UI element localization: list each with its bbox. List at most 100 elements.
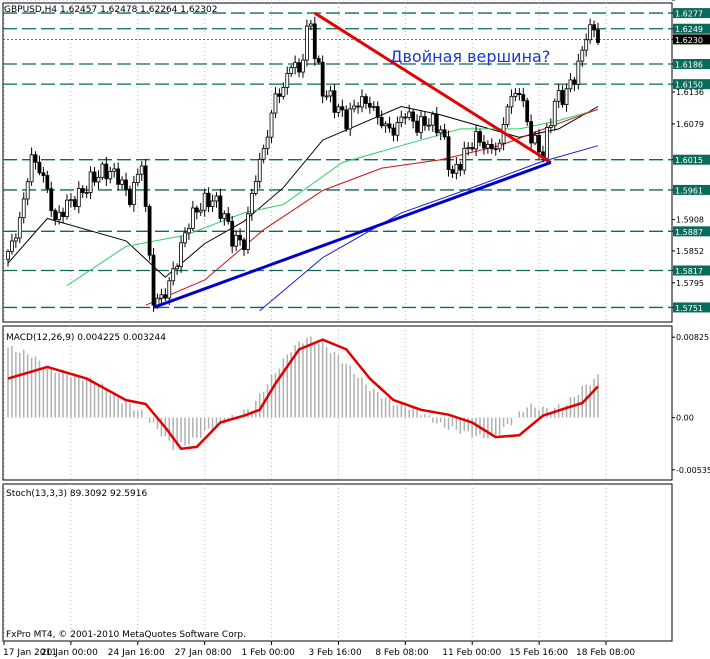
candle-body [104, 163, 109, 180]
candle-body [41, 172, 46, 176]
candle-body [419, 116, 423, 133]
candle-body [493, 148, 498, 151]
candle-body [293, 62, 298, 68]
x-axis-label: 18 Feb 08:00 [576, 648, 635, 658]
candle-body [356, 105, 360, 108]
candle-body [517, 92, 522, 96]
candle-body [13, 237, 18, 242]
candle-body [163, 294, 168, 299]
candle-body [446, 136, 451, 170]
candle-body [328, 90, 333, 97]
candle-body [116, 168, 121, 185]
candle-body [25, 181, 30, 200]
candle-body [371, 106, 376, 108]
candle-body [226, 213, 231, 222]
level-tag-label: 1.6249 [675, 25, 703, 34]
level-tag-label: 1.5961 [675, 186, 703, 195]
candle-body [187, 228, 191, 234]
candle-body [242, 239, 246, 250]
stoch-axis-label: 0 [678, 0, 683, 2]
x-axis-label: 24 Jan 16:00 [108, 648, 165, 658]
candle-body [415, 120, 419, 133]
candle-body [367, 103, 372, 108]
candle-body [37, 161, 42, 174]
candle-body [289, 67, 294, 74]
candle-body [588, 24, 593, 41]
level-tag-label: 1.5817 [675, 267, 703, 276]
candle-body [210, 200, 215, 208]
candle-body [576, 60, 581, 85]
candle-body [167, 280, 172, 299]
level-tag-label: 1.6150 [675, 81, 703, 90]
candle-body [159, 294, 164, 299]
candle-body [171, 268, 176, 282]
support-trendline[interactable] [153, 161, 552, 309]
candle-body [301, 59, 305, 73]
candle-body [596, 29, 600, 43]
candle-body [442, 129, 447, 138]
candle-body [92, 171, 97, 183]
candle-body [190, 207, 195, 229]
candle-body [454, 163, 459, 174]
candle-body [53, 210, 58, 220]
candle-body [509, 95, 514, 108]
candle-body [340, 106, 345, 111]
candle-body [147, 206, 152, 256]
candle-body [395, 122, 400, 136]
candle-body [482, 141, 486, 149]
candle-body [560, 90, 565, 105]
candle-body [273, 93, 278, 114]
candle-body [529, 121, 534, 144]
price-axis-label: 1.5852 [676, 247, 704, 256]
price-panel[interactable] [3, 11, 672, 312]
level-tag-label: 1.5887 [675, 228, 703, 237]
candle-body [108, 170, 113, 180]
macd-axis-label: -0.00535 [676, 466, 710, 475]
candle-body [360, 96, 364, 108]
level-tag-label: 1.6277 [675, 10, 703, 19]
candle-body [324, 95, 329, 98]
candle-body [580, 49, 585, 62]
candle-body [277, 93, 282, 97]
candle-body [88, 171, 93, 193]
candle-body [537, 134, 541, 153]
panel-frames [2, 2, 673, 642]
macd-panel-title: MACD(12,26,9) 0.004225 0.003244 [6, 333, 166, 343]
candle-body [198, 209, 203, 213]
candle-body [265, 136, 270, 149]
candle-body [474, 131, 478, 150]
candle-body [69, 199, 73, 202]
macd-panel[interactable] [7, 336, 599, 451]
candle-body [497, 142, 502, 150]
candle-body [391, 127, 396, 136]
candle-body [572, 79, 577, 85]
candle-body [584, 39, 589, 51]
candle-body [513, 92, 518, 97]
candle-body [320, 61, 325, 97]
candle-body [379, 116, 384, 127]
candle-body [364, 96, 368, 104]
candle-body [128, 188, 132, 206]
candle-body [548, 125, 553, 128]
x-axis-label: 27 Jan 08:00 [175, 648, 232, 658]
double-top-annotation: Двойная вершина? [390, 47, 550, 66]
stochastic-panel-title: Stoch(13,3,3) 89.3092 92.5916 [6, 489, 147, 499]
candle-body [505, 106, 510, 125]
candle-body [525, 100, 530, 123]
candle-body [426, 124, 431, 127]
candle-body [285, 73, 290, 88]
candle-body [297, 62, 301, 73]
candle-body [399, 116, 404, 124]
candle-body [352, 105, 357, 110]
candle-body [269, 112, 274, 138]
candle-body [438, 129, 443, 134]
axis-labels: 17 Jan 201120 Jan 00:00 24 Jan 16:00 27 Ja… [3, 0, 710, 658]
candle-body [411, 111, 416, 122]
candle-body [80, 188, 85, 194]
stochastic-panel-frame [2, 483, 673, 642]
candle-body [312, 23, 317, 59]
candle-body [234, 234, 239, 247]
x-axis-label: 15 Feb 16:00 [509, 648, 568, 658]
resistance-trendline[interactable] [313, 11, 552, 164]
candle-body [124, 179, 128, 190]
